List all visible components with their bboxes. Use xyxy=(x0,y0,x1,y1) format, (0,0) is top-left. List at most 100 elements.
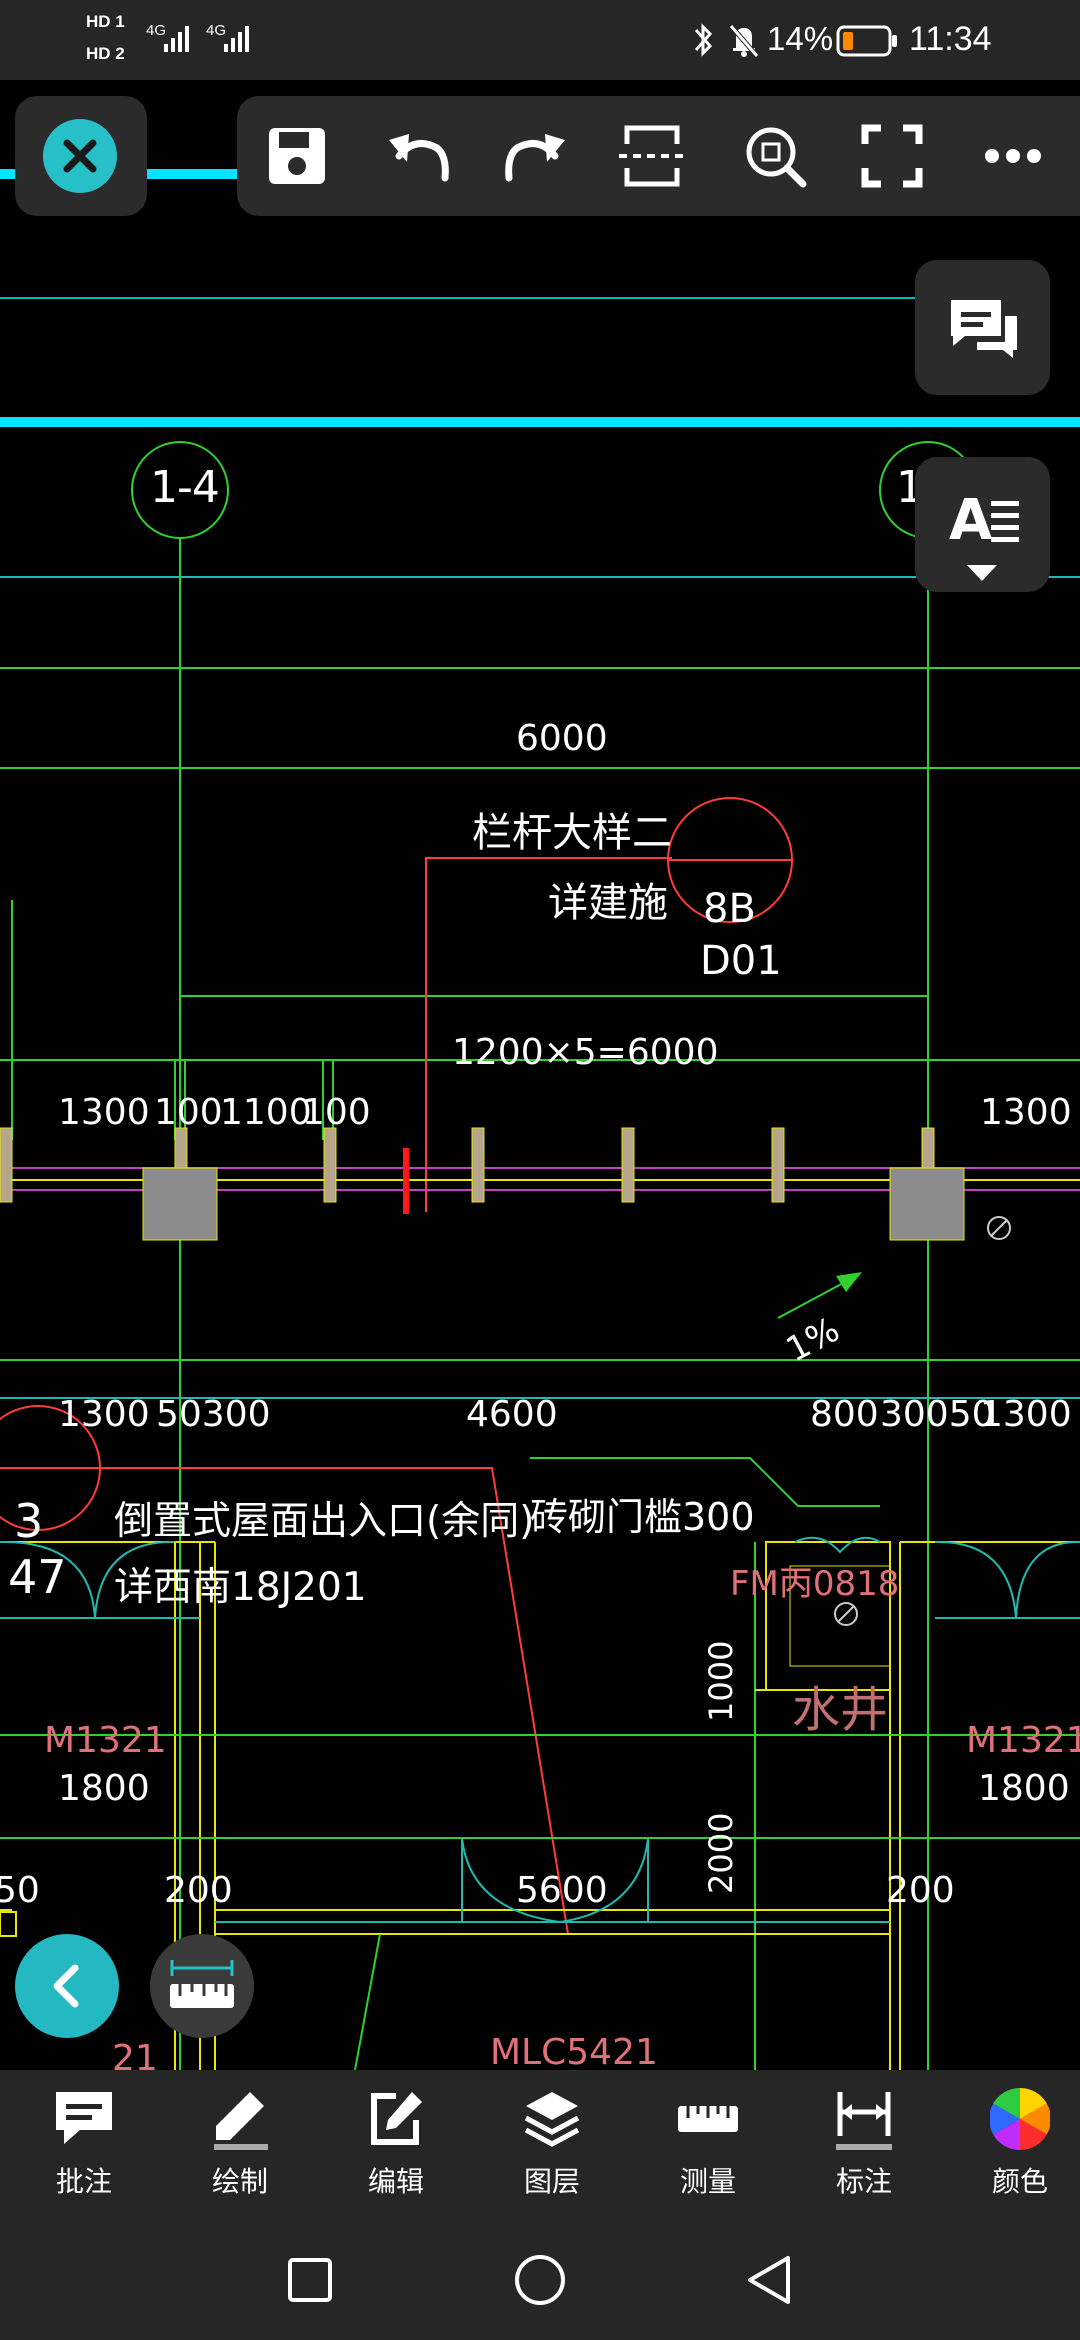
more-icon xyxy=(985,149,1041,163)
select-region-icon xyxy=(619,125,685,187)
dim-2000: 2000 xyxy=(702,1812,740,1894)
dim-1100: 1100 xyxy=(220,1092,312,1133)
square-icon xyxy=(288,2258,332,2302)
door-m1321-right: M1321 xyxy=(966,1720,1080,1761)
status-bar: HD 1 HD 2 4G 4G 14% 11:34 xyxy=(0,0,1080,80)
color-wheel-icon xyxy=(990,2088,1050,2150)
nav-edit-label: 编辑 xyxy=(367,2165,424,2198)
measure-tool-button[interactable] xyxy=(150,1934,254,2038)
close-button-panel xyxy=(15,96,147,216)
ref-8b: 8B xyxy=(703,886,756,932)
nav-annotation[interactable]: 批注 xyxy=(6,2070,162,2220)
comments-button[interactable] xyxy=(915,260,1050,395)
text-style-icon: A xyxy=(949,488,1019,581)
nav-draw-label: 绘制 xyxy=(211,2165,268,2198)
dim-200-left: 200 xyxy=(164,1870,233,1911)
exit-note-2: 详西南18J201 xyxy=(114,1565,367,1610)
dim-6000: 6000 xyxy=(516,718,608,759)
ref-47: 47 xyxy=(8,1550,67,1604)
dim-1300-right: 1300 xyxy=(980,1092,1072,1133)
rail-note: 栏杆大样二 xyxy=(472,810,672,856)
save-button[interactable] xyxy=(237,96,347,216)
svg-text:A: A xyxy=(949,488,993,553)
dim-1300-mid-left: 1300 xyxy=(58,1394,150,1435)
fullscreen-button[interactable] xyxy=(837,96,947,216)
back-button[interactable] xyxy=(15,1934,119,2038)
dim-100-b: 100 xyxy=(302,1092,371,1133)
nav-dimension[interactable]: 标注 xyxy=(786,2070,942,2220)
sill-note: 砖砌门槛300 xyxy=(530,1495,755,1539)
save-icon xyxy=(269,128,325,184)
sim2-label: HD 2 xyxy=(86,44,125,63)
redo-button[interactable] xyxy=(477,96,587,216)
bluetooth-icon xyxy=(690,20,718,60)
nav-annotation-label: 批注 xyxy=(55,2165,112,2198)
more-button[interactable] xyxy=(957,96,1067,216)
text-style-button[interactable]: A xyxy=(915,457,1050,592)
home-button[interactable] xyxy=(510,2250,570,2310)
chevron-left-icon xyxy=(53,1964,79,2008)
ref-3: 3 xyxy=(14,1494,44,1548)
exit-note: 倒置式屋面出入口(余同) xyxy=(114,1499,535,1544)
fullscreen-icon xyxy=(861,124,923,188)
system-navigation-bar xyxy=(0,2220,1080,2340)
nav-measure-label: 测量 xyxy=(679,2165,736,2198)
signal-icon-2 xyxy=(224,22,256,52)
dim-1000: 1000 xyxy=(702,1640,740,1722)
bottom-tool-bar: 批注 绘制 编辑 图层 测量 标注 颜色 xyxy=(0,2070,1080,2220)
undo-icon xyxy=(389,134,449,182)
battery-percent: 14% xyxy=(767,20,834,57)
sim1-label: HD 1 xyxy=(86,12,125,31)
recent-apps-button[interactable] xyxy=(280,2250,340,2310)
close-icon xyxy=(63,139,97,173)
dim-1300-left: 1300 xyxy=(58,1092,150,1133)
nav-edit[interactable]: 编辑 xyxy=(318,2070,474,2220)
dim-1300-mid-right: 1300 xyxy=(980,1394,1072,1435)
top-toolbar xyxy=(237,96,1080,216)
fm-door-label: FM丙0818 xyxy=(730,1564,900,1604)
nav-dimension-label: 标注 xyxy=(835,2165,892,2198)
signal-icon xyxy=(164,22,196,52)
edit-icon xyxy=(371,2092,422,2145)
nav-color[interactable]: 颜色 xyxy=(942,2070,1080,2220)
draw-pencil-icon xyxy=(214,2092,268,2150)
nav-measure[interactable]: 测量 xyxy=(630,2070,786,2220)
comments-icon xyxy=(951,300,1017,358)
water-well-label: 水井 xyxy=(792,1682,889,1738)
zoom-fit-icon xyxy=(746,127,807,188)
dim-50300: 50300 xyxy=(156,1394,271,1435)
dimension-icon xyxy=(836,2092,892,2150)
undo-button[interactable] xyxy=(357,96,467,216)
door-m1321-left: M1321 xyxy=(44,1720,167,1761)
nav-layers[interactable]: 图层 xyxy=(474,2070,630,2220)
layers-icon xyxy=(524,2092,580,2147)
dim-1200x5: 1200×5=6000 xyxy=(452,1032,719,1073)
battery-icon xyxy=(836,24,898,58)
close-button[interactable] xyxy=(43,119,117,193)
dim-50: 50 xyxy=(0,1870,40,1911)
ref-d01: D01 xyxy=(700,938,782,984)
dim-800: 800 xyxy=(810,1394,879,1435)
dim-200-right: 200 xyxy=(886,1870,955,1911)
dim-30050: 30050 xyxy=(880,1394,995,1435)
axis-label-1-4: 1-4 xyxy=(150,462,220,513)
measure-distance-icon xyxy=(170,1960,234,2008)
zoom-fit-button[interactable] xyxy=(717,96,827,216)
network-type-2: 4G xyxy=(206,22,227,39)
nav-draw[interactable]: 绘制 xyxy=(162,2070,318,2220)
door-m1321-left-width: 1800 xyxy=(58,1768,150,1809)
nav-color-label: 颜色 xyxy=(991,2165,1048,2198)
annotation-icon xyxy=(56,2092,112,2144)
redo-icon xyxy=(505,134,565,182)
ruler-icon xyxy=(678,2106,738,2132)
dim-100-a: 100 xyxy=(154,1092,223,1133)
window-mlc5421: MLC5421 xyxy=(490,2032,658,2073)
circle-icon xyxy=(515,2255,565,2305)
clock: 11:34 xyxy=(909,20,992,58)
select-region-button[interactable] xyxy=(597,96,707,216)
dim-5600: 5600 xyxy=(516,1870,608,1911)
nav-layers-label: 图层 xyxy=(523,2165,580,2198)
door-m1321-right-width: 1800 xyxy=(978,1768,1070,1809)
dim-4600: 4600 xyxy=(466,1394,558,1435)
system-back-button[interactable] xyxy=(740,2250,800,2310)
